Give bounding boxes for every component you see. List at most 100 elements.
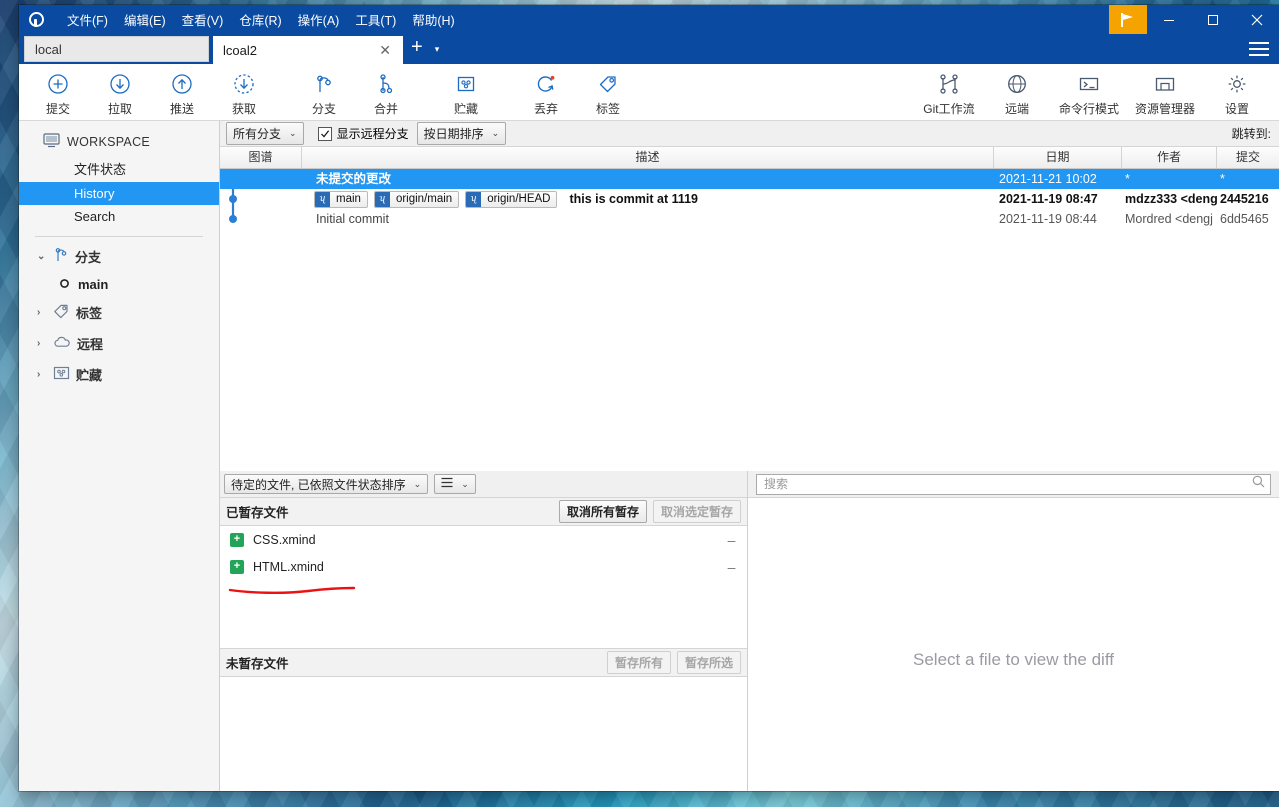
tab-local[interactable]: local bbox=[24, 36, 209, 62]
tab-list-chevron-down-icon[interactable]: ▾ bbox=[435, 44, 440, 55]
maximize-icon bbox=[1208, 14, 1218, 25]
sidebar-group-remotes[interactable]: › 远程 bbox=[19, 328, 219, 359]
staged-files-header: 已暂存文件 取消所有暂存 取消选定暂存 bbox=[220, 498, 747, 526]
sidebar-group-stashes-label: 贮藏 bbox=[76, 368, 103, 383]
toolbar-terminal-button[interactable]: 命令行模式 bbox=[1051, 67, 1127, 117]
branch-badge-origin-head[interactable]: ʯ origin/HEAD bbox=[465, 190, 558, 208]
branch-badge-origin-main[interactable]: ʯ origin/main bbox=[373, 190, 460, 208]
toolbar-tag-label: 标签 bbox=[595, 102, 620, 116]
toolbar-left-group: 提交 拉取 推送 获取 分支 合并 贮藏 丢弃 标签 bbox=[27, 67, 639, 117]
column-header-date[interactable]: 日期 bbox=[994, 147, 1122, 168]
tab-close-icon[interactable]: ✕ bbox=[377, 43, 393, 57]
sort-order-value: 按日期排序 bbox=[423, 127, 484, 141]
sidebar-group-branches[interactable]: ⌄ 分支 bbox=[19, 241, 219, 272]
toolbar-explorer-button[interactable]: 资源管理器 bbox=[1127, 67, 1203, 117]
sidebar-group-stashes[interactable]: › 贮藏 bbox=[19, 359, 219, 390]
new-tab-button[interactable]: + bbox=[403, 37, 431, 57]
sidebar-item-search[interactable]: Search bbox=[19, 205, 219, 228]
commit-message: this is commit at 1119 bbox=[569, 192, 699, 206]
fetch-dashed-circle-icon bbox=[233, 71, 255, 97]
minimize-button[interactable] bbox=[1147, 5, 1191, 34]
branch-badge-main[interactable]: ʯ main bbox=[314, 190, 368, 208]
list-item[interactable]: + CSS.xmind – bbox=[220, 526, 747, 553]
unstage-file-minus-icon[interactable]: – bbox=[724, 559, 739, 574]
menu-edit[interactable]: 编辑(E) bbox=[116, 7, 174, 32]
table-row[interactable]: 未提交的更改 2021-11-21 10:02 * * bbox=[220, 169, 1279, 189]
column-header-author[interactable]: 作者 bbox=[1122, 147, 1217, 168]
staged-files-title: 已暂存文件 bbox=[226, 506, 289, 520]
chevron-down-icon: ⌄ bbox=[413, 478, 422, 489]
row-commit-cell: 2445216 bbox=[1220, 192, 1269, 206]
tab-lcoal2-label: lcoal2 bbox=[223, 42, 257, 58]
toolbar-stash-button[interactable]: 贮藏 bbox=[435, 67, 497, 117]
hamburger-menu-icon[interactable] bbox=[1249, 42, 1269, 60]
tab-lcoal2[interactable]: lcoal2 ✕ bbox=[213, 36, 403, 64]
toolbar-push-button[interactable]: 推送 bbox=[151, 67, 213, 117]
toolbar-gitflow-button[interactable]: Git工作流 bbox=[915, 67, 983, 117]
sort-order-dropdown[interactable]: 按日期排序 ⌄ bbox=[416, 122, 507, 145]
table-row[interactable]: Initial commit 2021-11-19 08:44 Mordred … bbox=[220, 209, 1279, 229]
history-column-header: 图谱 描述 日期 作者 提交 bbox=[220, 147, 1279, 169]
menu-repository[interactable]: 仓库(R) bbox=[231, 7, 289, 32]
explorer-folder-icon bbox=[1153, 71, 1177, 97]
row-graph-cell bbox=[220, 209, 302, 229]
flag-button[interactable] bbox=[1109, 5, 1147, 34]
show-remote-branches-checkbox[interactable]: 显示远程分支 bbox=[317, 125, 409, 142]
diff-pane: Select a file to view the diff bbox=[748, 471, 1279, 791]
toolbar-commit-button[interactable]: 提交 bbox=[27, 67, 89, 117]
toolbar-branch-button[interactable]: 分支 bbox=[293, 67, 355, 117]
file-view-mode-dropdown[interactable]: ⌄ bbox=[434, 474, 476, 494]
menu-tools[interactable]: 工具(T) bbox=[347, 7, 404, 32]
menu-actions[interactable]: 操作(A) bbox=[290, 7, 348, 32]
toolbar-settings-button[interactable]: 设置 bbox=[1203, 67, 1271, 117]
flag-icon bbox=[1121, 12, 1135, 27]
table-row[interactable]: ʯ main ʯ origin/main ʯ origin/HEAD this … bbox=[220, 189, 1279, 209]
sidebar-item-file-status[interactable]: 文件状态 bbox=[19, 155, 219, 182]
column-header-graph[interactable]: 图谱 bbox=[220, 147, 302, 168]
sidebar-group-tags[interactable]: › 标签 bbox=[19, 297, 219, 328]
unstage-file-minus-icon[interactable]: – bbox=[724, 532, 739, 547]
column-header-description[interactable]: 描述 bbox=[302, 147, 994, 168]
branch-badge-icon: ʯ bbox=[315, 191, 330, 207]
chevron-right-icon: › bbox=[37, 338, 41, 349]
jump-to-label: 跳转到: bbox=[1231, 127, 1271, 141]
diff-empty-state: Select a file to view the diff bbox=[748, 498, 1279, 791]
toolbar-remote-button[interactable]: 远端 bbox=[983, 67, 1051, 117]
search-input[interactable] bbox=[762, 476, 1252, 492]
toolbar-gitflow-label: Git工作流 bbox=[923, 102, 975, 116]
toolbar-discard-button[interactable]: 丢弃 bbox=[515, 67, 577, 117]
list-view-icon bbox=[441, 475, 453, 493]
branch-badge-label: origin/main bbox=[395, 192, 453, 205]
sidebar-branch-main[interactable]: main bbox=[19, 272, 219, 297]
unstaged-files-header: 未暂存文件 暂存所有 暂存所选 bbox=[220, 649, 747, 677]
main-body: WORKSPACE 文件状态 History Search ⌄ 分支 main bbox=[19, 121, 1279, 791]
toolbar-remote-label: 远端 bbox=[1004, 102, 1029, 116]
toolbar-pull-button[interactable]: 拉取 bbox=[89, 67, 151, 117]
sidebar-group-remotes-label: 远程 bbox=[77, 337, 104, 352]
search-icon[interactable] bbox=[1252, 475, 1265, 493]
branch-filter-dropdown[interactable]: 所有分支 ⌄ bbox=[226, 122, 304, 145]
list-item[interactable]: + HTML.xmind – bbox=[220, 553, 747, 580]
toolbar-explorer-label: 资源管理器 bbox=[1134, 102, 1195, 116]
sidebar-divider bbox=[35, 236, 203, 237]
sidebar-branch-main-label: main bbox=[78, 277, 109, 292]
toolbar-merge-button[interactable]: 合并 bbox=[355, 67, 417, 117]
maximize-button[interactable] bbox=[1191, 5, 1235, 34]
menu-file[interactable]: 文件(F) bbox=[59, 7, 116, 32]
history-filter-bar: 所有分支 ⌄ 显示远程分支 按日期排序 ⌄ 跳转到: bbox=[220, 121, 1279, 147]
chevron-down-icon: ⌄ bbox=[491, 128, 500, 138]
toolbar-fetch-button[interactable]: 获取 bbox=[213, 67, 275, 117]
menu-help[interactable]: 帮助(H) bbox=[404, 7, 462, 32]
menu-view[interactable]: 查看(V) bbox=[174, 7, 232, 32]
file-sort-dropdown[interactable]: 待定的文件, 已依照文件状态排序 ⌄ bbox=[224, 474, 429, 494]
diff-empty-message: Select a file to view the diff bbox=[913, 650, 1114, 669]
toolbar-tag-button[interactable]: 标签 bbox=[577, 67, 639, 117]
close-button[interactable] bbox=[1235, 5, 1279, 34]
diff-search-box[interactable] bbox=[756, 473, 1271, 495]
column-header-commit[interactable]: 提交 bbox=[1217, 147, 1279, 168]
chevron-down-icon: ⌄ bbox=[289, 128, 297, 138]
lower-split: 待定的文件, 已依照文件状态排序 ⌄ ⌄ 已暂存文件 取消所有暂存 取消选定暂存… bbox=[220, 471, 1279, 791]
minimize-icon bbox=[1164, 19, 1174, 21]
unstage-all-button[interactable]: 取消所有暂存 bbox=[558, 500, 647, 523]
sidebar-item-history[interactable]: History bbox=[19, 182, 219, 205]
